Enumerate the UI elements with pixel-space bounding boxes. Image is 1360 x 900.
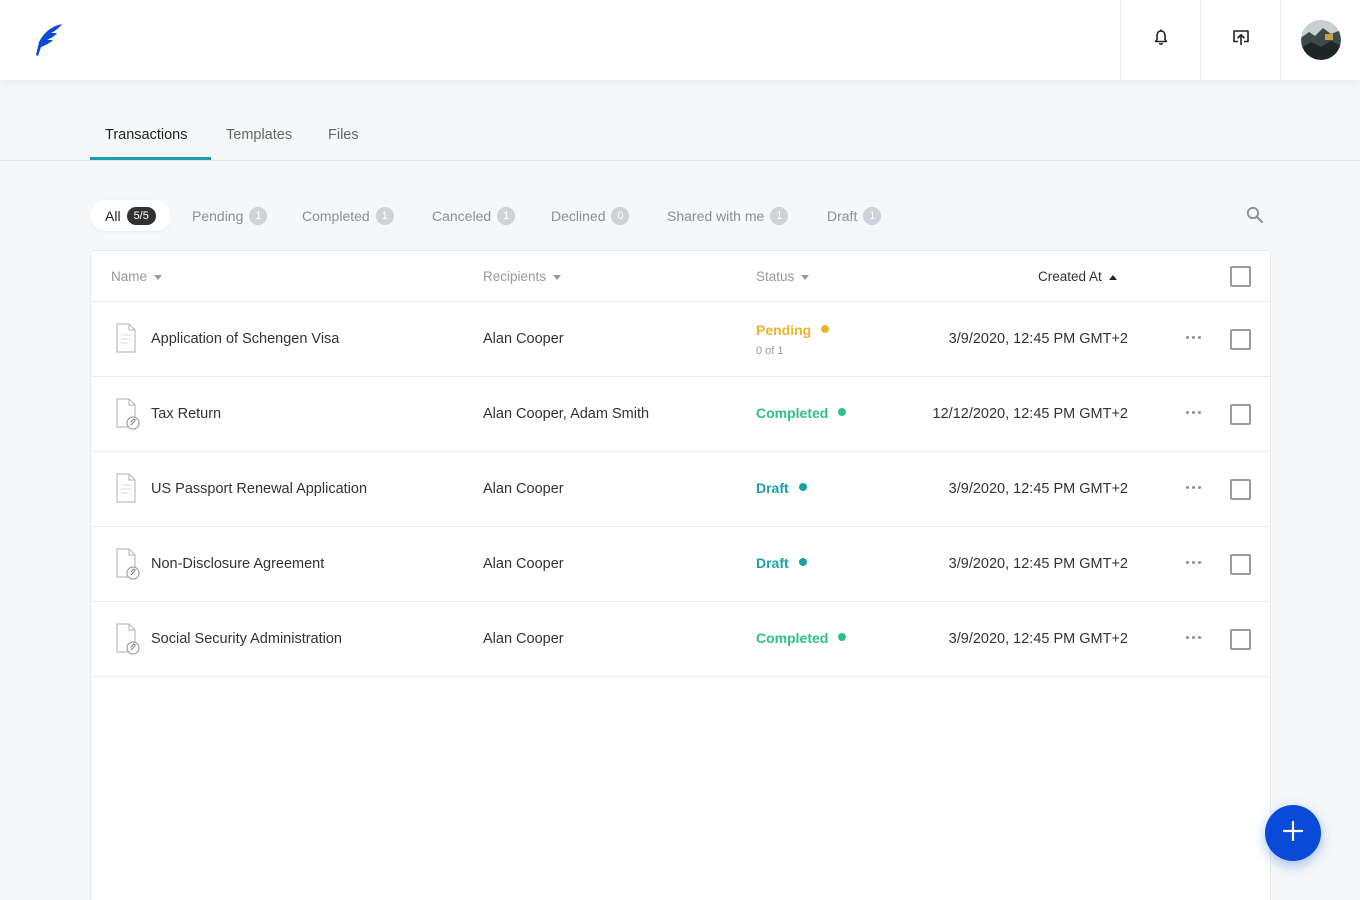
filter-label: Declined <box>551 207 606 224</box>
caret-down-icon <box>801 274 810 280</box>
transaction-name[interactable]: Social Security Administration <box>151 631 342 647</box>
filter-canceled[interactable]: Canceled 1 <box>432 200 516 231</box>
status-badge: Pending <box>756 322 830 338</box>
active-tab-indicator <box>90 157 211 160</box>
table-row[interactable]: Social Security Administration Alan Coop… <box>91 602 1270 677</box>
filter-label: Pending <box>192 207 244 224</box>
row-checkbox[interactable] <box>1230 554 1251 575</box>
user-menu-button[interactable] <box>1280 0 1360 80</box>
main-tabs: Transactions Templates Files <box>0 80 1360 161</box>
table-row[interactable]: Application of Schengen Visa Alan Cooper… <box>91 302 1270 377</box>
more-options-icon[interactable] <box>1186 336 1204 354</box>
recipients: Alan Cooper <box>483 331 564 347</box>
filter-count: 1 <box>770 206 789 225</box>
status-dot <box>838 408 847 417</box>
add-transaction-button[interactable] <box>1265 805 1321 861</box>
recipients: Alan Cooper <box>483 481 564 497</box>
more-options-icon[interactable] <box>1186 486 1204 504</box>
status-badge: Completed <box>756 405 847 421</box>
transaction-name[interactable]: Non-Disclosure Agreement <box>151 556 324 572</box>
upload-button[interactable] <box>1200 0 1280 80</box>
table-header: Name Recipients Status Created At <box>91 251 1270 302</box>
status-dot <box>838 633 847 642</box>
tab-transactions[interactable]: Transactions <box>105 80 187 161</box>
column-recipients-header[interactable]: Recipients <box>483 251 562 302</box>
created-at: 3/9/2020, 12:45 PM GMT+2 <box>948 331 1128 347</box>
table-row[interactable]: Non-Disclosure Agreement Alan Cooper Dra… <box>91 527 1270 602</box>
created-at: 3/9/2020, 12:45 PM GMT+2 <box>948 481 1128 497</box>
filter-count: 1 <box>863 206 882 225</box>
tab-files[interactable]: Files <box>328 80 359 161</box>
filter-label: Canceled <box>432 207 492 224</box>
search-icon[interactable] <box>1246 206 1264 229</box>
column-name-header[interactable]: Name <box>111 251 163 302</box>
caret-down-icon <box>553 274 562 280</box>
status-badge: Draft <box>756 555 807 571</box>
filter-draft[interactable]: Draft 1 <box>827 200 882 231</box>
avatar <box>1300 20 1341 60</box>
filter-label: Completed <box>302 207 370 224</box>
filter-shared-with-me[interactable]: Shared with me 1 <box>667 200 789 231</box>
transaction-name[interactable]: Tax Return <box>151 406 221 422</box>
top-header <box>0 0 1360 80</box>
filter-completed[interactable]: Completed 1 <box>302 200 394 231</box>
filter-count: 1 <box>249 206 268 225</box>
plus-icon <box>1282 820 1304 846</box>
table-row[interactable]: Tax Return Alan Cooper, Adam Smith Compl… <box>91 377 1270 452</box>
status-badge: Draft <box>756 480 807 496</box>
filter-count: 0 <box>611 206 630 225</box>
caret-up-icon <box>1108 274 1117 280</box>
transaction-name[interactable]: Application of Schengen Visa <box>151 331 339 347</box>
more-options-icon[interactable] <box>1186 636 1204 654</box>
attachment-document-icon <box>115 398 141 435</box>
column-label: Status <box>756 269 795 284</box>
column-created-at-header[interactable]: Created At <box>1038 251 1117 302</box>
status-dot <box>798 483 807 492</box>
more-options-icon[interactable] <box>1186 411 1204 429</box>
document-icon <box>115 323 137 358</box>
filter-count: 1 <box>375 206 394 225</box>
feather-logo-icon[interactable] <box>30 22 66 58</box>
column-status-header[interactable]: Status <box>756 251 810 302</box>
status-filters: All 5/5 Pending 1 Completed 1 Canceled 1… <box>90 200 1270 232</box>
transaction-name[interactable]: US Passport Renewal Application <box>151 481 367 497</box>
tab-templates[interactable]: Templates <box>226 80 292 161</box>
recipients: Alan Cooper <box>483 556 564 572</box>
recipients: Alan Cooper, Adam Smith <box>483 406 650 422</box>
filter-count: 5/5 <box>126 206 156 225</box>
row-checkbox[interactable] <box>1230 329 1251 350</box>
select-all-checkbox[interactable] <box>1230 266 1251 287</box>
attachment-document-icon <box>115 623 141 660</box>
upload-icon <box>1232 29 1250 51</box>
row-checkbox[interactable] <box>1230 404 1251 425</box>
filter-pending[interactable]: Pending 1 <box>192 200 268 231</box>
table-row[interactable]: US Passport Renewal Application Alan Coo… <box>91 452 1270 527</box>
row-checkbox[interactable] <box>1230 629 1251 650</box>
attachment-document-icon <box>115 548 141 585</box>
column-label: Recipients <box>483 269 547 284</box>
notifications-button[interactable] <box>1120 0 1200 80</box>
filter-all[interactable]: All 5/5 <box>90 200 171 231</box>
bell-icon <box>1153 29 1169 51</box>
status-dot <box>798 558 807 567</box>
status-dot <box>821 325 830 334</box>
filter-label: Shared with me <box>667 207 765 224</box>
created-at: 3/9/2020, 12:45 PM GMT+2 <box>948 556 1128 572</box>
created-at: 12/12/2020, 12:45 PM GMT+2 <box>932 406 1128 422</box>
filter-count: 1 <box>497 206 516 225</box>
transactions-table: Name Recipients Status Created At Applic… <box>90 250 1271 900</box>
filter-label: Draft <box>827 207 858 224</box>
caret-down-icon <box>154 274 163 280</box>
column-label: Name <box>111 269 148 284</box>
more-options-icon[interactable] <box>1186 561 1204 579</box>
document-icon <box>115 473 137 508</box>
column-label: Created At <box>1038 269 1102 284</box>
recipients: Alan Cooper <box>483 631 564 647</box>
created-at: 3/9/2020, 12:45 PM GMT+2 <box>948 631 1128 647</box>
status-progress: 0 of 1 <box>756 345 784 357</box>
row-checkbox[interactable] <box>1230 479 1251 500</box>
filter-declined[interactable]: Declined 0 <box>551 200 630 231</box>
filter-label: All <box>105 207 121 224</box>
status-badge: Completed <box>756 630 847 646</box>
